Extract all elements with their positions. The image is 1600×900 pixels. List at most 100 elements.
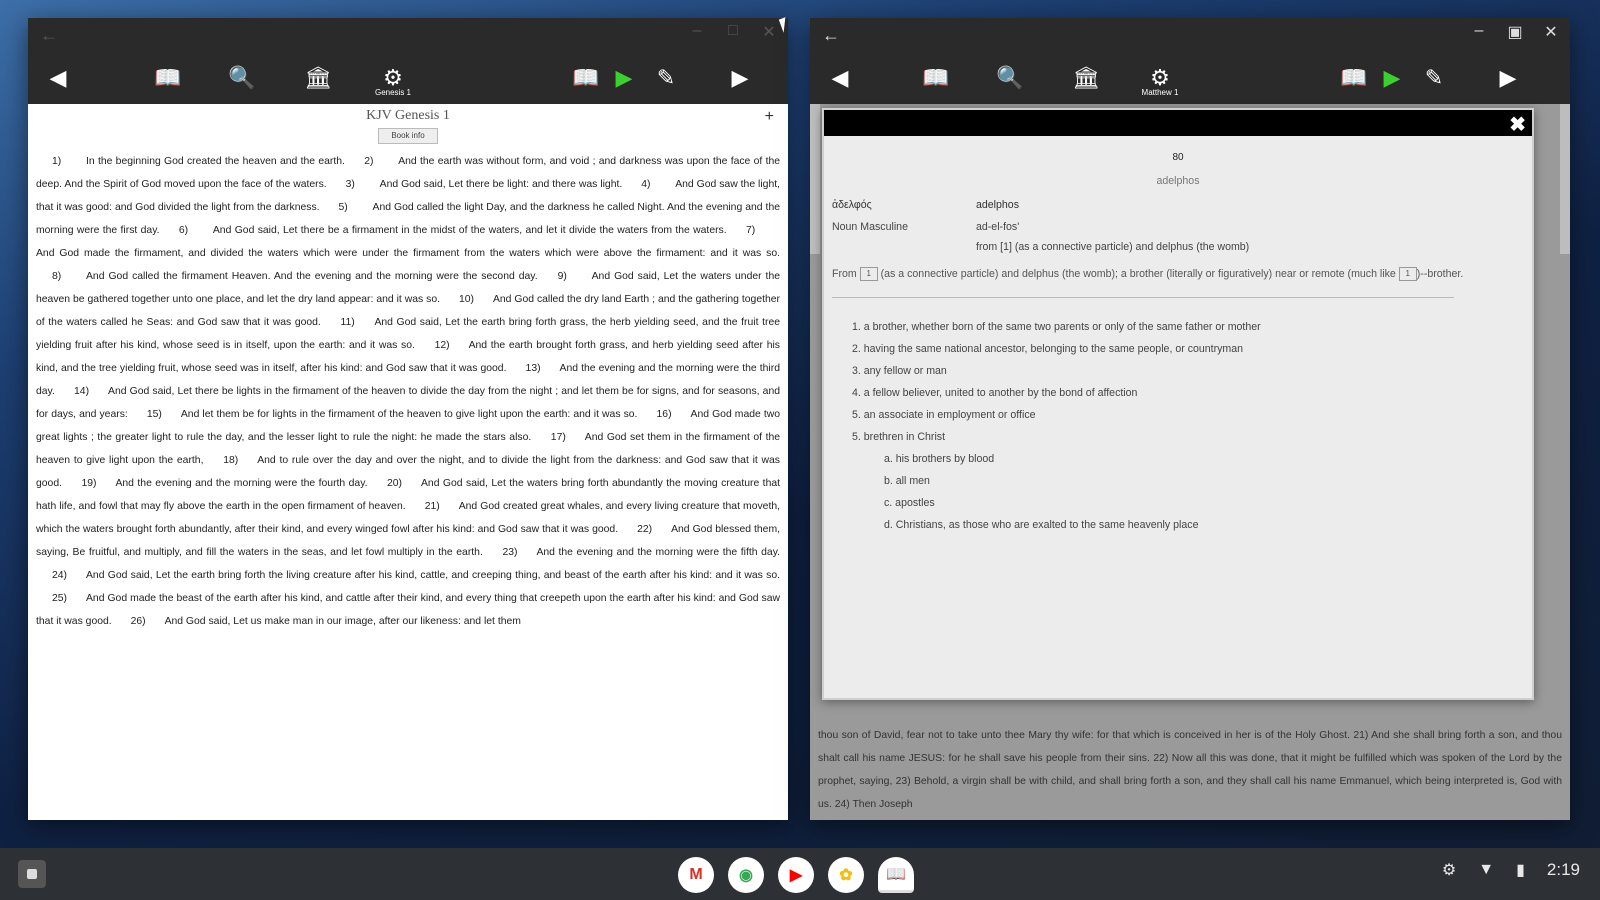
verse-number[interactable]: 6) [179,219,199,242]
system-shelf: M ◉ ▶ ✿ 📖 ⚙ ▼ ▮ 2:19 [0,848,1600,900]
definition-item: 1. a brother, whether born of the same t… [852,321,1261,333]
search-icon[interactable]: 🔍 [222,58,262,98]
parallel-books-icon[interactable]: 📖 [1334,58,1374,98]
chapter-page[interactable]: KJV Genesis 1 + Book info 1) In the begin… [28,104,788,820]
scrollbar-right[interactable] [1560,104,1570,254]
gmail-icon[interactable]: M [678,857,714,893]
verse-number[interactable]: 11) [340,311,360,334]
settings-icon[interactable]: ⚙ [1442,860,1456,880]
definition-list: 1. a brother, whether born of the same t… [832,316,1524,536]
verse-number[interactable]: 21) [425,495,445,518]
verse-number[interactable]: 20) [387,472,407,495]
strongs-dialog: ✖ 80 adelphos ἀδελφός adelphos Noun Masc… [822,108,1534,700]
strongs-link-box[interactable]: 1 [1398,267,1417,282]
strongs-number: 80 [1172,152,1184,163]
launcher-button[interactable] [18,860,46,888]
library-icon[interactable]: 🏛 [298,58,338,98]
verse-text: And the evening and the morning were the… [115,478,368,489]
bible-window-genesis: ← – □ ✕ ◀ 📖 🔍 🏛 ⚙ Genesis 1 📖 ▶ ✎ ▶ KJV … [28,18,788,820]
add-icon[interactable]: + [765,108,774,126]
next-chapter-icon[interactable]: ▶ [720,58,760,98]
verse-number[interactable]: 19) [81,472,101,495]
close-button[interactable]: ✕ [758,22,780,42]
minimize-button[interactable]: – [1468,22,1490,42]
verse-number[interactable]: 22) [637,518,657,541]
clock[interactable]: 2:19 [1547,860,1580,880]
part-of-speech: Noun Masculine [832,221,908,233]
verse-number[interactable]: 16) [657,403,677,426]
minimize-button[interactable]: – [686,22,708,42]
verse-number[interactable]: 5) [339,196,359,219]
next-chapter-icon[interactable]: ▶ [1488,58,1528,98]
prev-chapter-icon[interactable]: ◀ [38,58,78,98]
sub-definition-item: b. all men [884,475,930,487]
books-icon[interactable]: 📖 [148,58,188,98]
verse-number[interactable]: 12) [435,334,455,357]
verse-number[interactable]: 14) [74,380,94,403]
verse-number[interactable]: 23) [502,541,522,564]
verse-number[interactable]: 26) [131,610,151,633]
from-suffix: )--brother. [1416,268,1464,280]
verse-number[interactable]: 1) [52,150,72,173]
definition-item: 2. having the same national ancestor, be… [852,343,1244,355]
definition-item: 5. an associate in employment or office [852,409,1036,421]
search-icon[interactable]: 🔍 [990,58,1030,98]
derivation: from [1] (as a connective particle) and … [976,241,1250,253]
chrome-icon[interactable]: ◉ [728,857,764,893]
verse-number[interactable]: 7) [746,219,766,242]
verse-number[interactable]: 13) [526,357,546,380]
chapter-page-dimmed: ✖ 80 adelphos ἀδελφός adelphos Noun Masc… [810,104,1570,820]
definition-item: 4. a fellow believer, united to another … [852,387,1138,399]
book-info-button[interactable]: Book info [378,128,438,144]
scrollbar-left[interactable] [810,104,820,254]
chapter-caption: Matthew 1 [1141,88,1179,97]
sub-definition-item: c. apostles [884,497,935,509]
bible-app-icon[interactable]: 📖 [878,857,914,893]
play-icon[interactable]: ▶ [1372,58,1412,98]
definition-item: 3. any fellow or man [852,365,947,377]
verse-text: And God said, Let us make man in our ima… [164,616,521,627]
strongs-link-box[interactable]: 1 [859,267,878,282]
verse-number[interactable]: 4) [641,173,661,196]
back-arrow-icon[interactable]: ← [822,25,840,46]
back-arrow-icon[interactable]: ← [40,25,58,46]
parallel-books-icon[interactable]: 📖 [566,58,606,98]
verse-number[interactable]: 18) [223,449,243,472]
verse-number[interactable]: 3) [346,173,366,196]
window-titlebar: ← – ▣ ✕ [810,18,1570,52]
greek-word: ἀδελφός [832,199,872,211]
verse-number[interactable]: 15) [147,403,167,426]
edit-pen-icon[interactable]: ✎ [1414,58,1454,98]
bible-window-matthew: ← – ▣ ✕ ◀ 📖 🔍 🏛 ⚙ Matthew 1 📖 ▶ ✎ ▶ ✖ 80… [810,18,1570,820]
greek-transliteration: adelphos [976,199,1020,211]
youtube-icon[interactable]: ▶ [778,857,814,893]
app-toolbar: ◀ 📖 🔍 🏛 ⚙ Matthew 1 📖 ▶ ✎ ▶ [810,52,1570,104]
close-button[interactable]: ✕ [1540,22,1562,42]
prev-chapter-icon[interactable]: ◀ [820,58,860,98]
edit-pen-icon[interactable]: ✎ [646,58,686,98]
photos-icon[interactable]: ✿ [828,857,864,893]
library-icon[interactable]: 🏛 [1066,58,1106,98]
play-icon[interactable]: ▶ [604,58,644,98]
verse-number[interactable]: 25) [52,587,72,610]
youtube-glyph: ▶ [789,867,803,884]
verse-number[interactable]: 24) [52,564,72,587]
verse-number[interactable]: 9) [558,265,578,288]
verse-text: And the evening and the morning were the… [536,547,781,558]
window-titlebar: ← – □ ✕ [28,18,788,52]
verse-number[interactable]: 10) [459,288,479,311]
verse-number[interactable]: 8) [52,265,72,288]
dialog-close-icon[interactable]: ✖ [1509,112,1526,137]
verse-number[interactable]: 17) [551,426,571,449]
status-tray[interactable]: ⚙ ▼ ▮ 2:19 [1442,860,1580,880]
wifi-icon[interactable]: ▼ [1478,861,1494,879]
page-title: KJV Genesis 1 [366,108,450,123]
books-icon[interactable]: 📖 [916,58,956,98]
maximize-button[interactable]: □ [722,22,744,42]
verse-text: And God said, Let there be a firmament i… [212,225,727,236]
restore-button[interactable]: ▣ [1504,22,1526,42]
battery-icon[interactable]: ▮ [1516,860,1525,880]
dialog-body: 80 adelphos ἀδελφός adelphos Noun Mascul… [824,136,1532,546]
sub-definition-item: a. his brothers by blood [884,453,995,465]
verse-number[interactable]: 2) [364,150,384,173]
